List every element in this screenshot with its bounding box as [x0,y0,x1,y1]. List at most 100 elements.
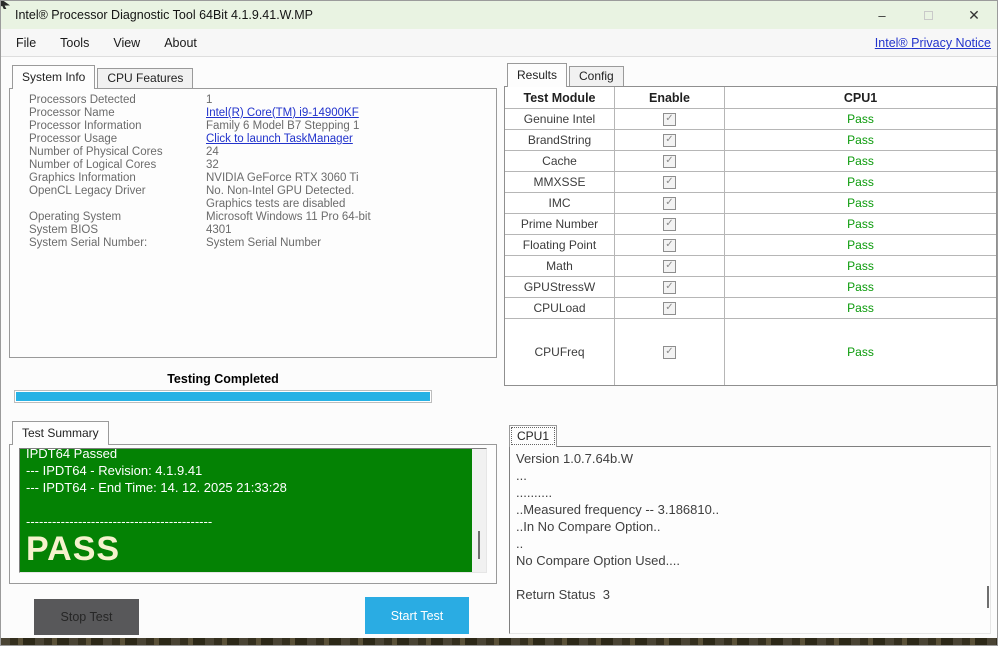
title-bar: Intel® Processor Diagnostic Tool 64Bit 4… [1,1,997,29]
system-info-panel: System Info CPU Features Processors Dete… [9,65,497,358]
cpu1-log-scrollbar-thumb[interactable] [987,586,989,608]
results-panel: Results Config Test Module Enable CPU1 G… [504,63,997,386]
info-row: System Serial Number: System Serial Numbe… [29,237,322,249]
enable-cell [615,193,725,214]
enable-cell [615,130,725,151]
desktop-wallpaper-strip [1,638,997,645]
enable-cell [615,298,725,319]
info-row: Graphics tests are disabled [206,198,346,210]
info-row: Processor Usage Click to launch TaskManag… [29,133,353,146]
enable-cell [615,235,725,256]
enable-checkbox[interactable] [663,345,676,359]
module-name: Cache [505,151,615,172]
status-cell: Pass [725,235,996,256]
module-name: Prime Number [505,214,615,235]
module-name: MMXSSE [505,172,615,193]
system-info-rows: Processors Detected 1 Processor Name Intel… [29,94,489,250]
close-button[interactable]: ✕ [951,1,997,29]
info-row: Operating System Microsoft Windows 11 Pro… [29,211,371,223]
test-summary-panel: Test Summary IPDT64 Passed --- IPDT64 - … [9,421,497,584]
menu-tools[interactable]: Tools [48,36,101,50]
status-cell: Pass [725,130,996,151]
info-row: Number of Logical Cores 32 [29,159,219,171]
enable-checkbox[interactable] [663,196,676,210]
column-header-cpu1: CPU1 [725,87,996,109]
menu-file[interactable]: File [4,36,48,50]
status-cell: Pass [725,151,996,172]
tab-config[interactable]: Config [569,66,624,86]
maximize-button[interactable] [905,1,951,29]
status-cell: Pass [725,109,996,130]
summary-scrollbar-thumb[interactable] [478,531,480,559]
enable-cell [615,151,725,172]
tab-system-info[interactable]: System Info [12,65,96,89]
start-test-button[interactable]: Start Test [365,597,469,634]
column-header-test-module: Test Module [505,87,615,109]
module-name: CPULoad [505,298,615,319]
stop-test-button[interactable]: Stop Test [34,599,139,635]
module-name: Floating Point [505,235,615,256]
cursor-artifact [1,1,10,9]
pass-result-text: PASS [26,530,121,568]
module-name: GPUStressW [505,277,615,298]
enable-checkbox[interactable] [663,175,676,189]
menu-view[interactable]: View [101,36,152,50]
enable-checkbox[interactable] [663,280,676,294]
tab-cpu1[interactable]: CPU1 [509,425,558,447]
summary-scrollbar[interactable] [472,449,486,572]
enable-cell [615,256,725,277]
minimize-icon: – [878,7,886,23]
tab-test-summary[interactable]: Test Summary [12,421,109,445]
module-name: CPUFreq [505,319,615,385]
status-cell: Pass [725,256,996,277]
close-icon: ✕ [968,6,980,23]
progress-bar [14,390,432,403]
app-window: Intel® Processor Diagnostic Tool 64Bit 4… [0,0,998,646]
info-row: Processors Detected 1 [29,94,213,106]
summary-log-content: IPDT64 Passed --- IPDT64 - Revision: 4.1… [20,449,472,572]
info-row: System BIOS 4301 [29,224,232,236]
status-cell: Pass [725,298,996,319]
system-info-tabs: System Info CPU Features [12,65,195,89]
info-row: OpenCL Legacy Driver No. Non-Intel GPU De… [29,185,355,197]
info-row: Processor Name Intel(R) Core(TM) i9-14900… [29,107,359,120]
enable-cell [615,214,725,235]
processor-name-link[interactable]: Intel(R) Core(TM) i9-14900KF [206,107,359,120]
menu-bar: File Tools View About Intel® Privacy Not… [1,29,997,57]
testing-status-label: Testing Completed [167,372,279,386]
status-cell: Pass [725,172,996,193]
results-tabs: Results Config [507,63,626,87]
status-cell: Pass [725,214,996,235]
cpu1-log-box[interactable]: Version 1.0.7.64b.W ... .......... ..Mea… [509,446,991,634]
task-manager-link[interactable]: Click to launch TaskManager [206,133,353,146]
status-cell: Pass [725,193,996,214]
tab-cpu-features[interactable]: CPU Features [97,68,194,88]
module-name: Genuine Intel [505,109,615,130]
module-name: IMC [505,193,615,214]
enable-checkbox[interactable] [663,301,676,315]
progress-fill [16,392,430,401]
status-cell: Pass [725,277,996,298]
tab-results[interactable]: Results [507,63,568,87]
privacy-notice-link[interactable]: Intel® Privacy Notice [875,36,991,50]
info-row: Processor Information Family 6 Model B7 S… [29,120,360,132]
info-row: Number of Physical Cores 24 [29,146,219,158]
summary-log-box[interactable]: IPDT64 Passed --- IPDT64 - Revision: 4.1… [19,448,487,573]
enable-checkbox[interactable] [663,154,676,168]
enable-checkbox[interactable] [663,217,676,231]
minimize-button[interactable]: – [859,1,905,29]
test-summary-tabs: Test Summary [12,421,111,445]
enable-checkbox[interactable] [663,259,676,273]
enable-checkbox[interactable] [663,238,676,252]
enable-checkbox[interactable] [663,133,676,147]
enable-cell [615,109,725,130]
enable-checkbox[interactable] [663,112,676,126]
enable-cell [615,319,725,385]
info-row: Graphics Information NVIDIA GeForce RTX 3… [29,172,359,184]
menu-about[interactable]: About [152,36,209,50]
maximize-icon [923,10,933,20]
status-cell: Pass [847,345,874,359]
module-name: Math [505,256,615,277]
enable-cell [615,277,725,298]
column-header-enable: Enable [615,87,725,109]
